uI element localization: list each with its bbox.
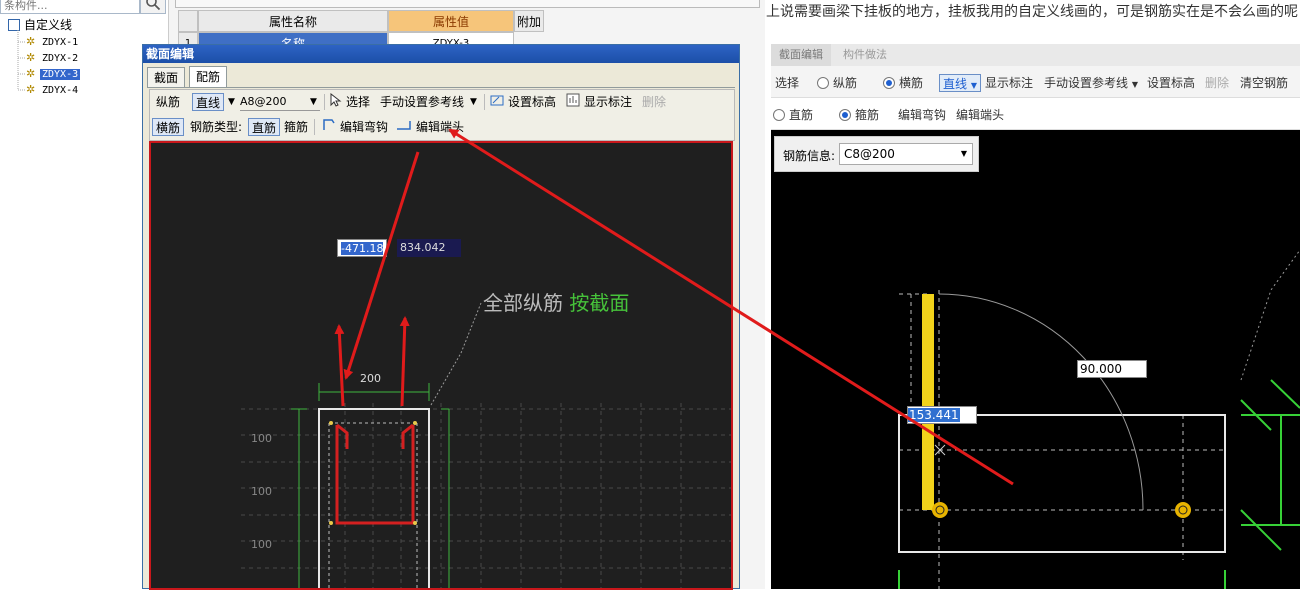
show-label-button[interactable]: 显示标注 — [985, 74, 1033, 92]
straight-radio[interactable]: 直筋 — [773, 106, 813, 124]
right-toolbar-2: 直筋 箍筋 编辑弯钩 编辑端头 — [771, 98, 1300, 130]
stirrup-radio[interactable]: 箍筋 — [839, 106, 879, 124]
annotation-note: 全部纵筋 按截面 — [483, 287, 629, 316]
longitudinal-radio[interactable]: 纵筋 — [817, 74, 857, 92]
set-elevation-icon — [490, 93, 504, 111]
tab-section-edit[interactable]: 截面编辑 — [771, 44, 831, 66]
edit-end-button[interactable]: 编辑端头 — [416, 118, 464, 136]
set-elevation-button[interactable]: 设置标高 — [508, 93, 556, 111]
dim-row-label: 100 — [251, 485, 272, 498]
chevron-down-icon[interactable]: ▼ — [228, 93, 235, 111]
annotation-green: 按截面 — [569, 291, 630, 315]
section-drawing — [241, 302, 731, 588]
angle-input[interactable]: 90.000 — [1077, 360, 1147, 378]
rebar-info-label: 钢筋信息: — [783, 149, 836, 163]
chevron-down-icon: ▼ — [960, 149, 967, 158]
chevron-down-icon: ▼ — [1131, 80, 1138, 89]
show-label-icon — [566, 93, 580, 111]
edit-hook-button[interactable]: 编辑弯钩 — [340, 118, 388, 136]
rebar-info-box: 钢筋信息: C8@200 ▼ — [774, 136, 979, 172]
longitudinal-label: 纵筋 — [833, 76, 858, 90]
tree-item-label: ZDYX-3 — [40, 69, 81, 80]
question-text: 上说需要画梁下挂板的地方，挂板我用的自定义线画的，可是钢筋实在是不会么画的呢 — [766, 4, 1298, 20]
longitudinal-label: 纵筋 — [156, 95, 181, 109]
header-extra: 附加 — [514, 10, 544, 32]
clear-rebar-button[interactable]: 清空钢筋 — [1240, 74, 1288, 92]
rebar-type-label: 钢筋类型: — [190, 120, 243, 134]
radio-checked-icon — [883, 77, 895, 89]
header-name: 属性名称 — [198, 10, 388, 32]
edit-hook-button[interactable]: 编辑弯钩 — [898, 106, 946, 124]
chevron-down-icon: ▼ — [970, 81, 977, 90]
tab-component-method[interactable]: 构件做法 — [835, 44, 895, 66]
dialog-toolbar: 纵筋 直线 ▼ A8@200 ▼ 选择 手动设置参考线 ▼ 设置标高 显示标注 … — [149, 89, 735, 141]
header-value: 属性值 — [388, 10, 514, 32]
annotation-gray: 全部纵筋 — [483, 291, 563, 315]
tree-lines — [17, 30, 26, 91]
right-drawing — [898, 249, 1300, 589]
chevron-down-icon[interactable]: ▼ — [310, 93, 317, 111]
straight-button[interactable]: 直筋 — [248, 118, 281, 136]
right-toolbar-1: 选择 纵筋 横筋 直线 ▼ 显示标注 手动设置参考线 ▼ 设置标高 删除 清空钢… — [771, 66, 1300, 98]
length-value: 153.441 — [908, 408, 960, 422]
cursor-icon — [330, 92, 342, 111]
manual-ref-button[interactable]: 手动设置参考线 — [380, 93, 464, 111]
edit-end-button[interactable]: 编辑端头 — [956, 106, 1004, 124]
radio-checked-icon — [839, 109, 851, 121]
tree-item-label: ZDYX-4 — [42, 85, 79, 96]
line-label: 直线 — [943, 77, 968, 91]
transverse-button[interactable]: 横筋 — [152, 118, 185, 136]
rebar-value-field[interactable]: A8@200 — [240, 93, 320, 111]
coord-y-value[interactable]: 834.042 — [397, 239, 461, 257]
right-drawing-canvas[interactable]: 90.000 153.441 — [771, 130, 1300, 589]
dim-width-label: 200 — [360, 372, 381, 385]
line-mode-button[interactable]: 直线 — [192, 93, 225, 111]
length-input[interactable]: 153.441 — [907, 406, 977, 424]
rebar-info-value: C8@200 — [844, 147, 895, 161]
show-label-button[interactable]: 显示标注 — [584, 93, 632, 111]
search-icon[interactable] — [140, 0, 166, 14]
section-drawing-canvas[interactable]: -471.18 834.042 全部纵筋 按截面 200 100 100 100 — [149, 141, 733, 590]
line-dropdown[interactable]: 直线 ▼ — [939, 74, 981, 92]
stirrup-button[interactable]: 箍筋 — [284, 118, 308, 136]
dim-row-label: 100 — [251, 432, 272, 445]
set-elevation-button[interactable]: 设置标高 — [1147, 74, 1195, 92]
transverse-radio[interactable]: 横筋 — [883, 74, 923, 92]
rebar-info-select[interactable]: C8@200 ▼ — [839, 143, 973, 165]
transverse-label: 横筋 — [899, 76, 924, 90]
tree-item-label: ZDYX-2 — [42, 53, 79, 64]
manual-ref-label: 手动设置参考线 — [1044, 76, 1129, 90]
right-tabs: 截面编辑 构件做法 — [771, 44, 1300, 66]
dialog-title: 截面编辑 — [143, 45, 739, 63]
coord-x-value[interactable]: -471.18 — [341, 242, 384, 255]
tree-item-label: ZDYX-1 — [42, 37, 79, 48]
edit-end-icon — [396, 118, 412, 136]
tab-rebar[interactable]: 配筋 — [189, 66, 228, 87]
select-button[interactable]: 选择 — [346, 93, 370, 111]
radio-icon — [773, 109, 785, 121]
delete-button[interactable]: 删除 — [1205, 74, 1229, 92]
stirrup-label: 箍筋 — [855, 108, 880, 122]
tab-section[interactable]: 截面 — [147, 67, 186, 87]
radio-icon — [817, 77, 829, 89]
straight-label: 直筋 — [789, 108, 814, 122]
section-edit-dialog: 截面编辑 截面 配筋 纵筋 直线 ▼ A8@200 ▼ 选择 手动设置参考线 ▼… — [142, 44, 740, 590]
dim-row-label: 100 — [251, 538, 272, 551]
delete-button[interactable]: 删除 — [642, 93, 666, 111]
manual-ref-dropdown[interactable]: 手动设置参考线 ▼ — [1044, 74, 1138, 92]
edit-hook-icon — [322, 118, 336, 136]
chevron-down-icon[interactable]: ▼ — [470, 93, 477, 111]
select-button[interactable]: 选择 — [775, 74, 799, 92]
